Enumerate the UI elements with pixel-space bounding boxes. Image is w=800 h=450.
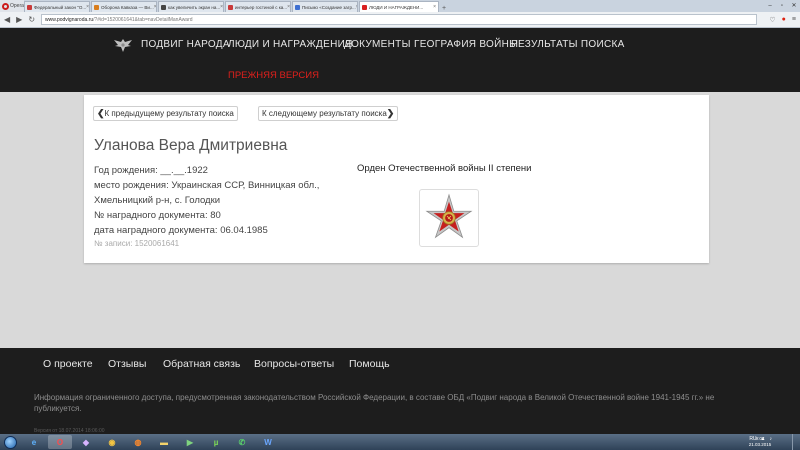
nav-item-podvig-naroda[interactable]: ПОДВИГ НАРОДА: [141, 39, 230, 50]
address-bar: ◀ ▶ ↻ www.podvignaroda.ru /?#id=15200616…: [0, 12, 800, 28]
address-bar-tools: ♡ ● ≡: [763, 16, 796, 24]
opera-menu-label: Opera: [10, 3, 24, 9]
record-card: ❮ К предыдущему результату поиска К след…: [84, 95, 709, 263]
tab-favicon: [295, 4, 300, 10]
eagle-emblem-icon[interactable]: [112, 37, 134, 53]
footer-link-faq[interactable]: Вопросы-ответы: [254, 358, 334, 370]
close-window-button[interactable]: ✕: [788, 0, 800, 11]
windows-taskbar: e O ◆ ◉ ◍ ▬ ▶ µ ✆ W RU ▲ ♪ 9:07 21.03.20…: [0, 434, 800, 450]
tab-favicon: [362, 4, 367, 10]
order-star-icon: [425, 193, 473, 239]
nav-item-people-awards[interactable]: ЛЮДИ И НАГРАЖДЕНИЯ: [228, 39, 353, 50]
tab-label: как увеличить экран на...: [168, 4, 221, 10]
browser-tab[interactable]: интерьер гостиной с ка... ×: [225, 1, 291, 12]
prev-result-button[interactable]: ❮ К предыдущему результату поиска: [93, 106, 238, 121]
tab-close-icon[interactable]: ×: [86, 4, 89, 10]
person-details: Год рождения: __.__.1922 место рождения:…: [94, 163, 344, 238]
award-title[interactable]: Орден Отечественной войны II степени: [357, 163, 531, 174]
taskbar-firefox-icon[interactable]: ◍: [126, 435, 150, 449]
start-button[interactable]: [0, 434, 20, 450]
next-result-label: К следующему результату поиска: [262, 109, 387, 118]
footer-link-about[interactable]: О проекте: [43, 358, 93, 370]
tab-close-icon[interactable]: ×: [220, 4, 223, 10]
browser-tab[interactable]: Федеральный закон "О... ×: [24, 1, 90, 12]
site-header: ПОДВИГ НАРОДА ЛЮДИ И НАГРАЖДЕНИЯ ДОКУМЕН…: [0, 28, 800, 92]
old-version-link[interactable]: ПРЕЖНЯЯ ВЕРСИЯ: [228, 70, 319, 81]
window-controls: – ▫ ✕: [764, 0, 800, 11]
footer-disclaimer: Информация ограниченного доступа, предус…: [34, 393, 715, 413]
footer-link-reviews[interactable]: Отзывы: [108, 358, 146, 370]
tab-favicon: [27, 4, 32, 10]
nav-item-documents[interactable]: ДОКУМЕНТЫ: [344, 39, 411, 50]
person-name: Уланова Вера Дмитриевна: [94, 137, 288, 154]
opera-menu-button[interactable]: Opera: [0, 0, 24, 12]
maximize-button[interactable]: ▫: [776, 0, 788, 11]
taskbar-opera-icon[interactable]: O: [48, 435, 72, 449]
taskbar-folder-icon[interactable]: ▬: [152, 435, 176, 449]
browser-tab-active[interactable]: ЛЮДИ И НАГРАЖДЕНИ... ×: [359, 1, 439, 12]
chevron-left-icon: ❮: [97, 108, 105, 118]
windows-logo-icon: [3, 435, 17, 449]
nav-item-search-results[interactable]: РЕЗУЛЬТАТЫ ПОИСКА: [511, 39, 625, 50]
tab-close-icon[interactable]: ×: [433, 4, 436, 10]
browser-tab[interactable]: Письмо «Создание загр... ×: [292, 1, 358, 12]
birth-place: место рождения: Украинская ССР, Винницка…: [94, 180, 320, 206]
tab-label: Оборона Кавказа — Ви...: [101, 4, 154, 10]
url-field[interactable]: www.podvignaroda.ru /?#id=1520061641&tab…: [41, 14, 758, 25]
reload-icon[interactable]: ↻: [28, 15, 35, 24]
birth-year: Год рождения: __.__.1922: [94, 165, 208, 176]
tab-label: Федеральный закон "О...: [34, 4, 87, 10]
taskbar-ie-icon[interactable]: e: [22, 435, 46, 449]
tab-label: ЛЮДИ И НАГРАЖДЕНИ...: [369, 4, 424, 10]
minimize-button[interactable]: –: [764, 0, 776, 11]
footer-link-feedback[interactable]: Обратная связь: [163, 358, 240, 370]
tab-favicon: [228, 4, 233, 10]
new-tab-button[interactable]: +: [442, 5, 446, 12]
url-path: /?#id=1520061641&tab=navDetailManAward: [93, 16, 193, 23]
tab-favicon: [161, 4, 166, 10]
browser-tab[interactable]: как увеличить экран на... ×: [158, 1, 224, 12]
award-image[interactable]: [419, 189, 479, 247]
back-arrow-icon[interactable]: ◀: [4, 15, 10, 24]
award-document-number: № наградного документа: 80: [94, 210, 221, 221]
taskbar-app-icon[interactable]: ◆: [74, 435, 98, 449]
browser-tab[interactable]: Оборона Кавказа — Ви... ×: [91, 1, 157, 12]
url-host: www.podvignaroda.ru: [45, 16, 94, 23]
taskbar-utorrent-icon[interactable]: µ: [204, 435, 228, 449]
site-footer: О проекте Отзывы Обратная связь Вопросы-…: [0, 348, 800, 434]
extension-icon[interactable]: ●: [782, 16, 786, 23]
tab-label: Письмо «Создание загр...: [302, 4, 356, 10]
tab-close-icon[interactable]: ×: [287, 4, 290, 10]
taskbar-whatsapp-icon[interactable]: ✆: [230, 435, 254, 449]
browser-tab-strip: Opera Федеральный закон "О... × Оборона …: [0, 0, 800, 12]
chevron-right-icon: ❯: [386, 108, 395, 118]
menu-icon[interactable]: ≡: [792, 16, 796, 23]
nav-item-war-geography[interactable]: ГЕОГРАФИЯ ВОЙНЫ: [414, 39, 518, 50]
opera-logo-icon: [2, 2, 9, 10]
tab-close-icon[interactable]: ×: [356, 4, 357, 10]
record-id: № записи: 1520061641: [94, 239, 180, 248]
taskbar-word-icon[interactable]: W: [256, 435, 280, 449]
forward-arrow-icon[interactable]: ▶: [16, 15, 22, 24]
tab-favicon: [94, 4, 99, 10]
taskbar-media-icon[interactable]: ▶: [178, 435, 202, 449]
clock-date: 21.03.2015: [748, 442, 772, 447]
footer-link-help[interactable]: Помощь: [349, 358, 390, 370]
award-document-date: дата наградного документа: 06.04.1985: [94, 225, 268, 236]
show-desktop-button[interactable]: [792, 434, 800, 450]
prev-result-label: К предыдущему результату поиска: [104, 109, 234, 118]
tab-close-icon[interactable]: ×: [154, 4, 156, 10]
tab-label: интерьер гостиной с ка...: [235, 4, 288, 10]
bookmark-heart-icon[interactable]: ♡: [769, 16, 775, 24]
taskbar-clock[interactable]: 9:07 21.03.2015: [744, 436, 776, 448]
next-result-button[interactable]: К следующему результату поиска ❯: [258, 106, 399, 121]
taskbar-chrome-icon[interactable]: ◉: [100, 435, 124, 449]
